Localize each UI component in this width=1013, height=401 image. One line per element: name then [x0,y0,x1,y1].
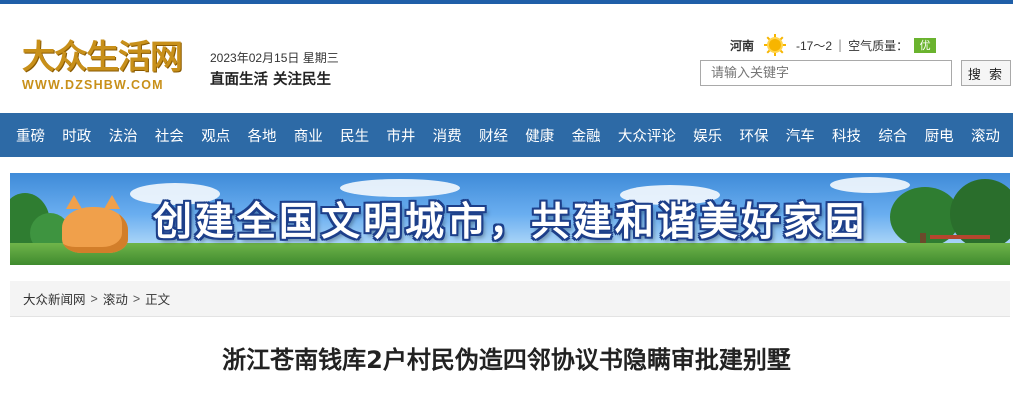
nav-item-huanbao[interactable]: 环保 [739,125,768,146]
banner-slogan: 创建全国文明城市，共建和谐美好家园 [152,200,867,245]
breadcrumb-separator: > [132,291,141,306]
nav-item-shangye[interactable]: 商业 [294,125,323,146]
nav-item-caijing[interactable]: 财经 [479,125,508,146]
nav-item-shehui[interactable]: 社会 [155,125,184,146]
current-date: 2023年02月15日 星期三 [210,51,339,65]
air-quality-badge: 优 [914,37,937,53]
nav-item-keji[interactable]: 科技 [832,125,861,146]
article-title: 浙江苍南钱库2户村民伪造四邻协议书隐瞒审批建别墅 [222,346,791,374]
logo-chinese-text: 大众生活网 [22,37,183,76]
nav-item-gedi[interactable]: 各地 [247,125,276,146]
nav-item-guandian[interactable]: 观点 [201,125,230,146]
breadcrumb-home[interactable]: 大众新闻网 [23,289,86,308]
breadcrumb-separator: > [90,291,98,306]
nav-item-shizheng[interactable]: 时政 [62,125,91,146]
search-input[interactable] [700,60,952,86]
nav-item-dazhongpinglun[interactable]: 大众评论 [618,125,676,146]
weather-temperature: -17～2 [796,38,833,53]
nav-item-jiankang[interactable]: 健康 [525,125,554,146]
sun-icon [762,34,788,56]
nav-item-fazhi[interactable]: 法治 [109,125,138,146]
weather-widget: 河南 -17～2 | 空气质量： 优 [730,34,937,56]
search-button[interactable]: 搜 索 [961,60,1011,86]
nav-item-gundong[interactable]: 滚动 [971,125,1000,146]
civic-banner[interactable]: 创建全国文明城市，共建和谐美好家园 [10,173,1010,265]
breadcrumb-category[interactable]: 滚动 [103,289,128,308]
nav-item-xiaofei[interactable]: 消费 [433,125,462,146]
nav-item-minsheng[interactable]: 民生 [340,125,369,146]
nav-item-chudian[interactable]: 厨电 [925,125,954,146]
nav-item-zhongbang[interactable]: 重磅 [16,125,45,146]
weather-separator: | [838,38,843,52]
air-quality-label: 空气质量： [848,38,909,53]
site-slogan: 直面生活 关注民生 [210,72,332,88]
breadcrumb-current: 正文 [145,292,171,307]
nav-item-zonghe[interactable]: 综合 [878,125,907,146]
weather-city: 河南 [730,38,755,53]
nav-item-qiche[interactable]: 汽车 [786,125,815,146]
nav-item-yule[interactable]: 娱乐 [693,125,722,146]
top-accent-line [0,0,1013,4]
site-logo[interactable]: 大众生活网 WWW.DZSHBW.COM [22,38,197,94]
breadcrumb: 大众新闻网 > 滚动 > 正文 [10,281,1010,317]
logo-url-text: WWW.DZSHBW.COM [22,78,164,92]
main-nav: 重磅 时政 法治 社会 观点 各地 商业 民生 市井 消费 财经 健康 金融 大… [0,113,1013,157]
nav-item-jinrong[interactable]: 金融 [572,125,601,146]
nav-item-shijing[interactable]: 市井 [386,125,415,146]
